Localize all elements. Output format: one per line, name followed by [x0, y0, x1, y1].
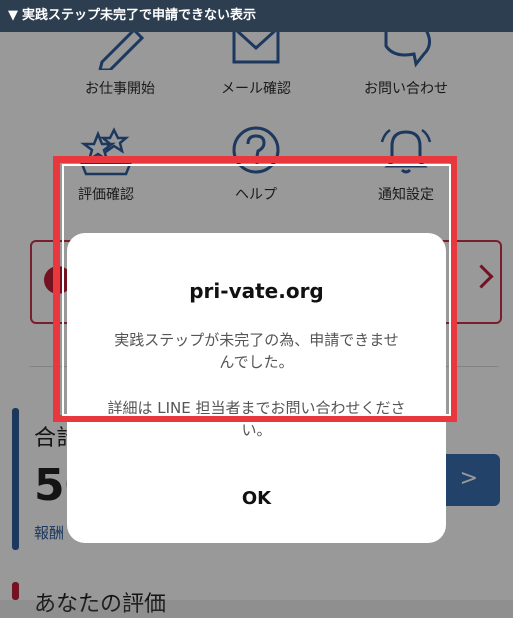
caret-down-icon: ▼ — [8, 8, 18, 23]
highlight-frame-inner — [62, 164, 451, 416]
caption-bar: ▼ 実践ステップ未完了で申請できない表示 — [0, 0, 513, 32]
ok-button[interactable]: OK — [67, 477, 446, 521]
caption-title: 実践ステップ未完了で申請できない表示 — [22, 8, 257, 23]
